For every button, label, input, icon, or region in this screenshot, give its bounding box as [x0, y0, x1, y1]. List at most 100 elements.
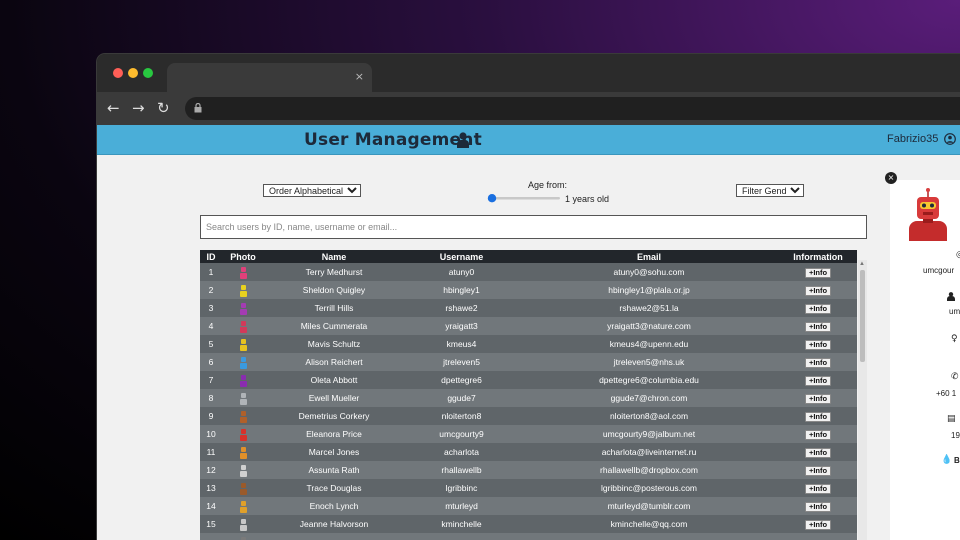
table-row[interactable]: 6 Alison Reichert jtreleven5 jtreleven5@nhs…	[200, 353, 857, 371]
info-button[interactable]: +Info	[804, 267, 832, 278]
row-photo	[222, 353, 264, 371]
info-button[interactable]: +Info	[804, 447, 832, 458]
age-slider[interactable]	[487, 192, 562, 204]
row-info	[779, 533, 857, 540]
table-scrollbar[interactable]: ▲	[858, 260, 867, 540]
gender-filter-select[interactable]: Filter Gender	[736, 184, 804, 197]
row-id: 11	[206, 447, 216, 457]
robot-avatar-icon	[239, 356, 247, 369]
detail-age: 19	[951, 431, 960, 440]
current-user-name[interactable]: Fabrizio35	[887, 133, 938, 145]
address-bar[interactable]	[185, 97, 960, 120]
lock-icon	[194, 103, 202, 113]
sort-select[interactable]: Order Alphabetically	[263, 184, 361, 197]
info-button[interactable]: +Info	[804, 303, 832, 314]
info-button[interactable]: +Info	[804, 411, 832, 422]
info-button[interactable]: +Info	[804, 519, 832, 530]
table-row[interactable]: 7 Oleta Abbott dpettegre6 dpettegre6@columb…	[200, 371, 857, 389]
table-row[interactable]: 1 Terry Medhurst atuny0 atuny0@sohu.com +Inf…	[200, 263, 857, 281]
row-info: +Info	[779, 389, 857, 407]
table-row[interactable]: 15 Jeanne Halvorson kminchelle kminchelle@q…	[200, 515, 857, 533]
row-email: acharlota@liveinternet.ru	[601, 447, 697, 457]
row-info: +Info	[779, 371, 857, 389]
table-row[interactable]: 4 Miles Cummerata yraigatt3 yraigatt3@natur…	[200, 317, 857, 335]
gender-icon: ♀	[951, 334, 958, 344]
table-row[interactable]	[200, 533, 857, 540]
row-email: kminchelle@qq.com	[610, 519, 688, 529]
scrollbar-thumb[interactable]	[860, 270, 865, 362]
robot-avatar-icon	[239, 500, 247, 513]
header-email[interactable]: Email	[519, 250, 779, 263]
table-header-row: ID Photo Name Username Email Information	[200, 250, 857, 263]
row-username: nloiterton8	[441, 411, 482, 421]
row-name: Oleta Abbott	[310, 375, 358, 385]
row-photo	[222, 443, 264, 461]
robot-avatar-icon	[240, 536, 246, 540]
close-window-button[interactable]	[113, 68, 123, 78]
row-photo	[222, 533, 264, 540]
info-button[interactable]: +Info	[804, 429, 832, 440]
info-button[interactable]: +Info	[804, 339, 832, 350]
reload-icon[interactable]: ↻	[157, 99, 170, 117]
row-name: Miles Cummerata	[300, 321, 368, 331]
app-page: User Management Fabrizio35 Order Alphabe…	[97, 125, 960, 540]
info-button[interactable]: +Info	[804, 465, 832, 476]
table-row[interactable]: 13 Trace Douglas lgribbinc lgribbinc@poster…	[200, 479, 857, 497]
info-button[interactable]: +Info	[804, 285, 832, 296]
search-input[interactable]	[200, 215, 867, 239]
row-photo	[222, 263, 264, 281]
info-button[interactable]: +Info	[804, 321, 832, 332]
detail-phone: +60 1	[936, 389, 957, 398]
info-button[interactable]: +Info	[804, 483, 832, 494]
detail-close-button[interactable]: ×	[885, 172, 897, 184]
table-row[interactable]: 5 Mavis Schultz kmeus4 kmeus4@upenn.edu +Inf…	[200, 335, 857, 353]
table-row[interactable]: 2 Sheldon Quigley hbingley1 hbingley1@plala…	[200, 281, 857, 299]
browser-tab[interactable]: ×	[167, 63, 372, 92]
scroll-up-icon[interactable]: ▲	[859, 261, 865, 267]
robot-avatar-icon	[239, 464, 247, 477]
back-arrow-icon[interactable]: ←	[107, 99, 120, 117]
robot-avatar-icon	[239, 302, 247, 315]
user-id-icon: ◎	[956, 250, 960, 260]
table-row[interactable]: 14 Enoch Lynch mturleyd mturleyd@tumblr.com…	[200, 497, 857, 515]
browser-toolbar: ← → ↻	[97, 92, 960, 125]
row-id: 15	[206, 519, 216, 529]
row-name: Terry Medhurst	[305, 267, 363, 277]
row-username: rshawe2	[445, 303, 478, 313]
row-name: Sheldon Quigley	[302, 285, 366, 295]
row-info: +Info	[779, 497, 857, 515]
table-row[interactable]: 8 Ewell Mueller ggude7 ggude7@chron.com +Inf…	[200, 389, 857, 407]
row-email: nloiterton8@aol.com	[609, 411, 689, 421]
row-id	[200, 533, 222, 540]
minimize-window-button[interactable]	[128, 68, 138, 78]
header-name[interactable]: Name	[264, 250, 404, 263]
browser-window: × ← → ↻ User Management Fabrizio35 Order…	[97, 54, 960, 540]
forward-arrow-icon[interactable]: →	[132, 99, 145, 117]
row-email: ggude7@chron.com	[610, 393, 688, 403]
row-username	[404, 533, 519, 540]
header-username[interactable]: Username	[404, 250, 519, 263]
row-id: 2	[208, 285, 214, 295]
maximize-window-button[interactable]	[143, 68, 153, 78]
table-row[interactable]: 10 Eleanora Price umcgourty9 umcgourty9@jal…	[200, 425, 857, 443]
user-circle-icon[interactable]	[944, 133, 956, 145]
tab-close-icon[interactable]: ×	[355, 70, 364, 83]
row-username: rhallawellb	[441, 465, 482, 475]
robot-avatar	[909, 188, 947, 241]
row-name: Marcel Jones	[308, 447, 360, 457]
info-button[interactable]: +Info	[804, 501, 832, 512]
table-row[interactable]: 11 Marcel Jones acharlota acharlota@liveint…	[200, 443, 857, 461]
row-info: +Info	[779, 317, 857, 335]
info-button[interactable]: +Info	[804, 375, 832, 386]
row-name: Ewell Mueller	[308, 393, 360, 403]
info-button[interactable]: +Info	[804, 393, 832, 404]
robot-avatar-icon	[239, 392, 247, 405]
table-row[interactable]: 9 Demetrius Corkery nloiterton8 nloiterton8…	[200, 407, 857, 425]
header-photo: Photo	[230, 251, 256, 262]
info-button[interactable]: +Info	[804, 357, 832, 368]
table-row[interactable]: 3 Terrill Hills rshawe2 rshawe2@51.la +Info	[200, 299, 857, 317]
header-id[interactable]: ID	[200, 250, 222, 263]
row-photo	[222, 299, 264, 317]
row-email	[519, 533, 779, 540]
table-row[interactable]: 12 Assunta Rath rhallawellb rhallawellb@dro…	[200, 461, 857, 479]
